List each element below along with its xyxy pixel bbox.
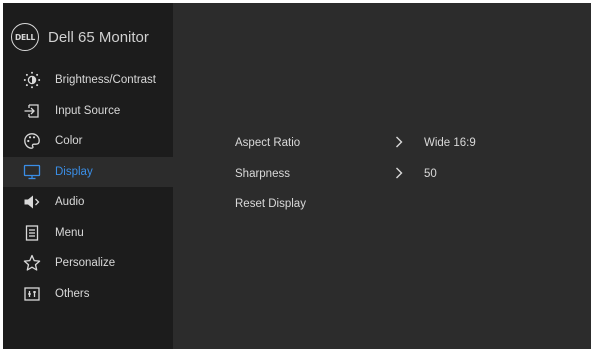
sidebar-item-personalize[interactable]: Personalize bbox=[3, 248, 173, 279]
sidebar-menu: Brightness/Contrast Input Source Color D… bbox=[3, 65, 173, 309]
menu-icon bbox=[22, 223, 42, 243]
sidebar-item-display[interactable]: Display bbox=[3, 156, 173, 187]
palette-icon bbox=[22, 131, 42, 151]
dell-logo: DELL bbox=[11, 23, 39, 51]
star-icon bbox=[22, 253, 42, 273]
setting-label: Sharpness bbox=[235, 167, 290, 180]
dell-logo-text: DELL bbox=[14, 32, 36, 42]
sidebar-item-label: Audio bbox=[55, 196, 85, 209]
sidebar-item-label: Input Source bbox=[55, 104, 121, 117]
sidebar-item-label: Brightness/Contrast bbox=[55, 74, 156, 87]
setting-label: Reset Display bbox=[235, 198, 306, 210]
chevron-right-icon bbox=[396, 167, 403, 178]
setting-sharpness[interactable]: Sharpness 50 bbox=[173, 159, 591, 190]
monitor-osd: DELL Dell 65 Monitor Brightness/Contrast… bbox=[0, 0, 596, 354]
display-settings-panel: Aspect Ratio Wide 16:9 Sharpness 50 Rese… bbox=[173, 3, 591, 349]
display-settings-list: Aspect Ratio Wide 16:9 Sharpness 50 Rese… bbox=[173, 128, 591, 220]
monitor-icon bbox=[22, 162, 42, 182]
sidebar-item-audio[interactable]: Audio bbox=[3, 187, 173, 218]
sidebar: DELL Dell 65 Monitor Brightness/Contrast… bbox=[3, 3, 173, 349]
sidebar-item-others[interactable]: Others bbox=[3, 279, 173, 310]
sidebar-item-brightness-contrast[interactable]: Brightness/Contrast bbox=[3, 65, 173, 96]
setting-value: 50 bbox=[424, 167, 437, 180]
sidebar-item-input-source[interactable]: Input Source bbox=[3, 96, 173, 127]
input-source-icon bbox=[22, 101, 42, 121]
setting-label: Aspect Ratio bbox=[235, 137, 301, 149]
speaker-icon bbox=[22, 192, 42, 212]
sidebar-item-color[interactable]: Color bbox=[3, 126, 173, 157]
sidebar-item-label: Color bbox=[55, 135, 83, 148]
brand-header: DELL Dell 65 Monitor bbox=[11, 23, 149, 51]
chevron-right-icon bbox=[396, 136, 403, 148]
others-icon bbox=[22, 284, 42, 304]
sidebar-item-label: Personalize bbox=[55, 257, 116, 270]
sidebar-item-label: Menu bbox=[55, 226, 84, 239]
sidebar-item-label: Display bbox=[55, 165, 93, 178]
monitor-title: Dell 65 Monitor bbox=[48, 28, 149, 46]
setting-value: Wide 16:9 bbox=[424, 137, 476, 149]
setting-reset-display[interactable]: Reset Display bbox=[173, 189, 591, 220]
sidebar-item-label: Others bbox=[55, 287, 90, 300]
setting-aspect-ratio[interactable]: Aspect Ratio Wide 16:9 bbox=[173, 128, 591, 159]
sidebar-item-menu[interactable]: Menu bbox=[3, 218, 173, 249]
brightness-icon bbox=[22, 70, 42, 90]
